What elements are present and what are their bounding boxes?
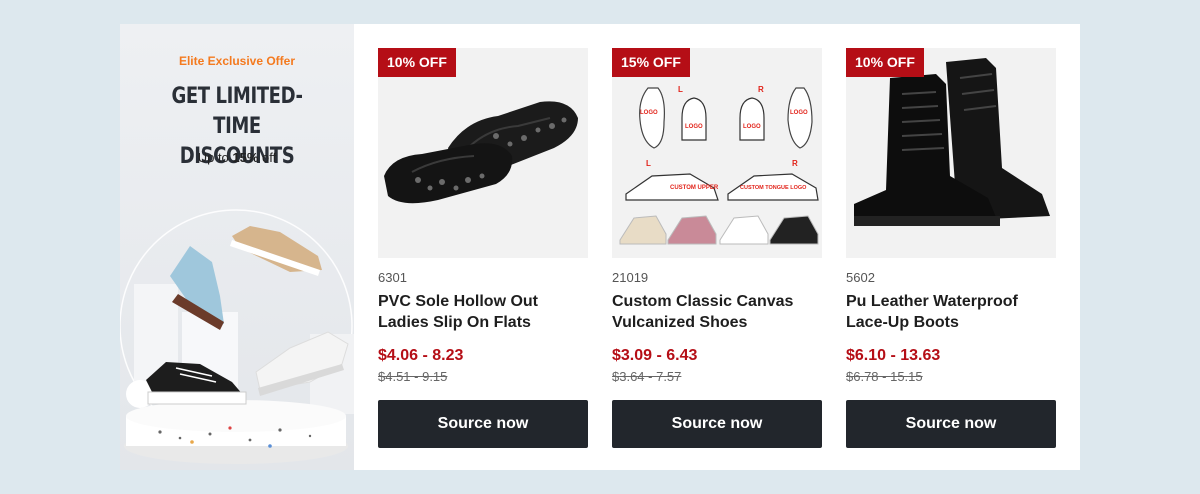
logo-label: LOGO: [685, 124, 703, 130]
promo-sub-prefix: Up to: [197, 150, 233, 165]
left-label: L: [678, 85, 683, 94]
product-image[interactable]: 10% OFF: [378, 48, 588, 258]
product-title[interactable]: PVC Sole Hollow Out Ladies Slip On Flats: [378, 291, 588, 333]
product-original-price: $3.64 - 7.57: [612, 369, 682, 384]
product-title[interactable]: Pu Leather Waterproof Lace-Up Boots: [846, 291, 1056, 333]
product-price: $4.06 - 8.23: [378, 347, 464, 364]
promo-eyebrow: Elite Exclusive Offer: [178, 54, 296, 68]
product-price: $6.10 - 13.63: [846, 347, 941, 364]
product-card[interactable]: 10% OFF 6301 PVC Sole Hollow Out Ladies …: [378, 48, 588, 448]
source-now-button[interactable]: Source now: [378, 400, 588, 448]
product-title[interactable]: Custom Classic Canvas Vulcanized Shoes: [612, 291, 822, 333]
product-sku: 6301: [378, 270, 407, 285]
product-sku: 21019: [612, 270, 649, 285]
logo-label: LOGO: [640, 110, 658, 116]
deals-panel: Elite Exclusive Offer GET LIMITED-TIME D…: [120, 24, 1080, 470]
product-image[interactable]: 10% OFF: [846, 48, 1056, 258]
product-image[interactable]: LOGO LOGO LOGO LOGO L R L R CUSTOM UPPER…: [612, 48, 822, 258]
right-label: R: [758, 85, 764, 94]
sneaker-display-illustration: [120, 209, 354, 464]
product-price: $3.09 - 6.43: [612, 347, 698, 364]
promo-headline-line1: GET LIMITED-TIME: [171, 84, 303, 139]
product-card[interactable]: 10% OFF 5602 Pu Leather Waterproof Lace-…: [846, 48, 1056, 448]
logo-label: LOGO: [743, 124, 761, 130]
promo-sub-highlight: 15%: [232, 150, 259, 165]
discount-badge: 15% OFF: [612, 48, 690, 77]
promo-banner[interactable]: Elite Exclusive Offer GET LIMITED-TIME D…: [120, 24, 354, 470]
custom-upper-label: CUSTOM UPPER: [670, 185, 719, 191]
black-hollow-flats-image: [378, 48, 588, 258]
product-card[interactable]: LOGO LOGO LOGO LOGO L R L R CUSTOM UPPER…: [612, 48, 822, 448]
promo-sub-suffix: off: [258, 150, 277, 165]
product-original-price: $4.51 - 9.15: [378, 369, 448, 384]
custom-tongue-logo-label: CUSTOM TONGUE LOGO: [740, 185, 807, 191]
product-original-price: $6.78 - 15.15: [846, 369, 923, 384]
discount-badge: 10% OFF: [846, 48, 924, 77]
discount-badge: 10% OFF: [378, 48, 456, 77]
product-sku: 5602: [846, 270, 875, 285]
left-label: L: [646, 159, 651, 168]
promo-subtext: Up to 15% off: [120, 150, 354, 165]
logo-label: LOGO: [790, 110, 808, 116]
black-leather-boots-image: [846, 48, 1056, 258]
right-label: R: [792, 159, 798, 168]
source-now-button[interactable]: Source now: [846, 400, 1056, 448]
custom-canvas-sneaker-diagram-image: LOGO LOGO LOGO LOGO L R L R CUSTOM UPPER…: [612, 48, 822, 258]
source-now-button[interactable]: Source now: [612, 400, 822, 448]
